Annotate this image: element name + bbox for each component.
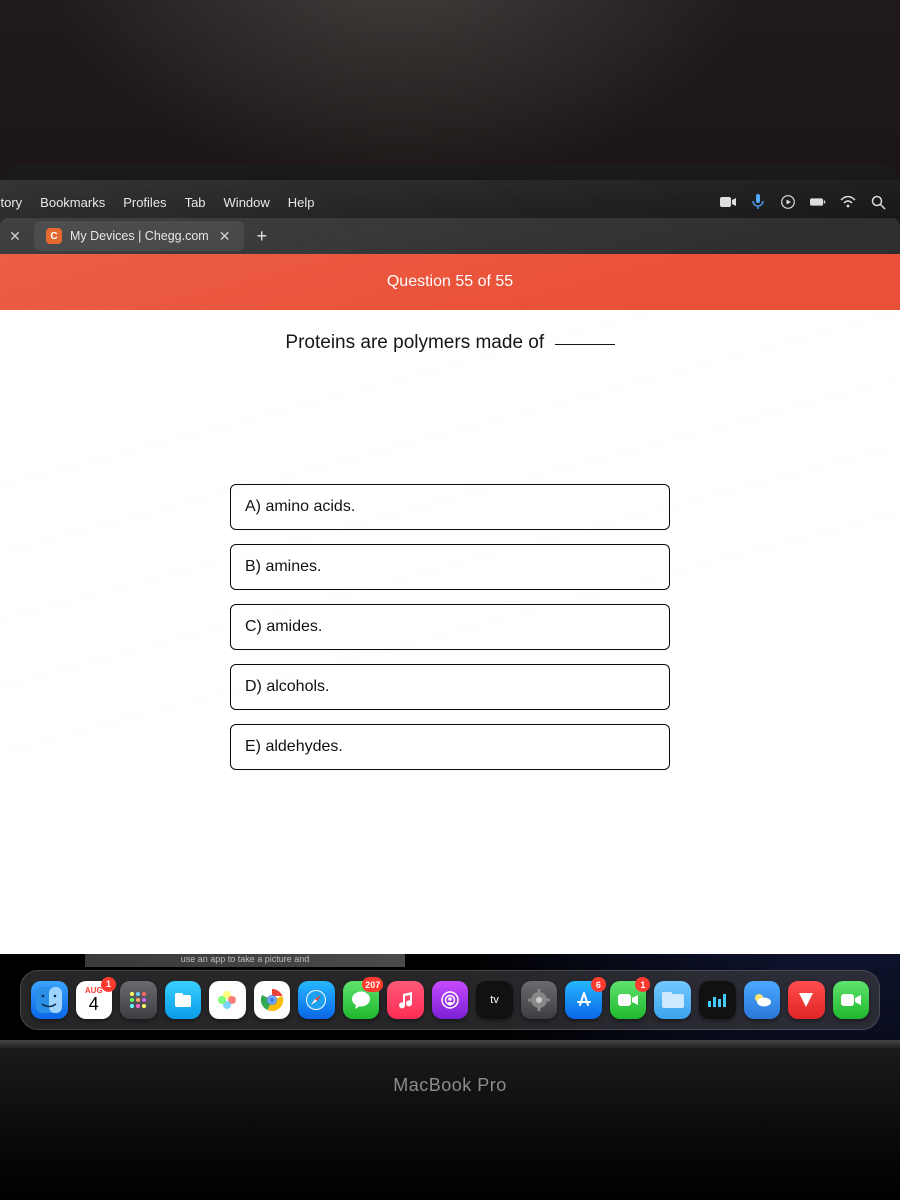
appstore-app-icon[interactable]: 6 <box>565 981 602 1019</box>
answer-option-e[interactable]: E) aldehydes. <box>230 724 670 770</box>
answer-option-b[interactable]: B) amines. <box>230 544 670 590</box>
camera-icon[interactable] <box>720 194 736 210</box>
video-app-icon[interactable] <box>833 981 870 1019</box>
launchpad-app-icon[interactable] <box>120 981 157 1019</box>
podcasts-app-icon[interactable] <box>432 981 469 1019</box>
messages-app-icon[interactable]: 207 <box>343 981 380 1019</box>
folder-app-icon[interactable] <box>654 981 691 1019</box>
music-app-icon[interactable] <box>387 981 424 1019</box>
settings-app-icon[interactable] <box>521 981 558 1019</box>
stocks-app-icon[interactable] <box>699 981 736 1019</box>
search-icon[interactable] <box>870 194 886 210</box>
new-tab-button[interactable]: + <box>244 226 279 247</box>
quiz-progress-text: Question 55 of 55 <box>387 273 513 291</box>
play-icon[interactable] <box>780 194 796 210</box>
safari-app-icon[interactable] <box>298 981 335 1019</box>
laptop-body <box>0 1040 900 1200</box>
laptop-hinge <box>0 1040 900 1048</box>
wifi-icon[interactable] <box>840 194 856 210</box>
calendar-day: 4 <box>89 995 99 1013</box>
answer-option-a[interactable]: A) amino acids. <box>230 484 670 530</box>
appstore-badge: 6 <box>591 977 606 992</box>
photos-app-icon[interactable] <box>209 981 246 1019</box>
chrome-app-icon[interactable] <box>254 981 291 1019</box>
macos-menubar: story Bookmarks Profiles Tab Window Help <box>0 190 900 214</box>
finder-app-icon[interactable] <box>31 981 68 1019</box>
chegg-favicon-icon: C <box>46 228 62 244</box>
mic-icon[interactable] <box>750 194 766 210</box>
blank-line <box>555 344 615 345</box>
files-app-icon[interactable] <box>165 981 202 1019</box>
weather-app-icon[interactable] <box>744 981 781 1019</box>
answer-option-c[interactable]: C) amides. <box>230 604 670 650</box>
menu-window[interactable]: Window <box>224 195 270 210</box>
macos-dock: AUG 4 1 207 tv 6 1 <box>20 970 880 1030</box>
tab-close-icon[interactable]: ✕ <box>217 228 233 245</box>
appletv-label: tv <box>490 994 499 1006</box>
tab-title: My Devices | Chegg.com <box>70 229 209 243</box>
facetime-app-icon[interactable]: 1 <box>610 981 647 1019</box>
prev-tab-close-icon[interactable]: ✕ <box>0 228 30 245</box>
messages-badge: 207 <box>362 977 383 992</box>
answer-list: A) amino acids. B) amines. C) amides. D)… <box>60 484 840 770</box>
browser-tabstrip: ✕ C My Devices | Chegg.com ✕ + <box>0 218 900 254</box>
news-app-icon[interactable] <box>788 981 825 1019</box>
facetime-badge: 1 <box>635 977 650 992</box>
answer-option-d[interactable]: D) alcohols. <box>230 664 670 710</box>
appletv-app-icon[interactable]: tv <box>476 981 513 1019</box>
menu-bookmarks[interactable]: Bookmarks <box>40 195 105 210</box>
menu-tab[interactable]: Tab <box>185 195 206 210</box>
page-viewport: Question 55 of 55 Proteins are polymers … <box>0 254 900 954</box>
quiz-progress-header: Question 55 of 55 <box>0 254 900 310</box>
menu-profiles[interactable]: Profiles <box>123 195 166 210</box>
active-tab[interactable]: C My Devices | Chegg.com ✕ <box>34 221 244 251</box>
battery-icon[interactable] <box>810 194 826 210</box>
laptop-model-label: MacBook Pro <box>0 1075 900 1096</box>
calendar-badge: 1 <box>101 977 116 992</box>
question-prompt: Proteins are polymers made of <box>285 332 544 354</box>
menu-help[interactable]: Help <box>288 195 315 210</box>
calendar-app-icon[interactable]: AUG 4 1 <box>76 981 113 1019</box>
menu-history[interactable]: story <box>0 195 22 210</box>
